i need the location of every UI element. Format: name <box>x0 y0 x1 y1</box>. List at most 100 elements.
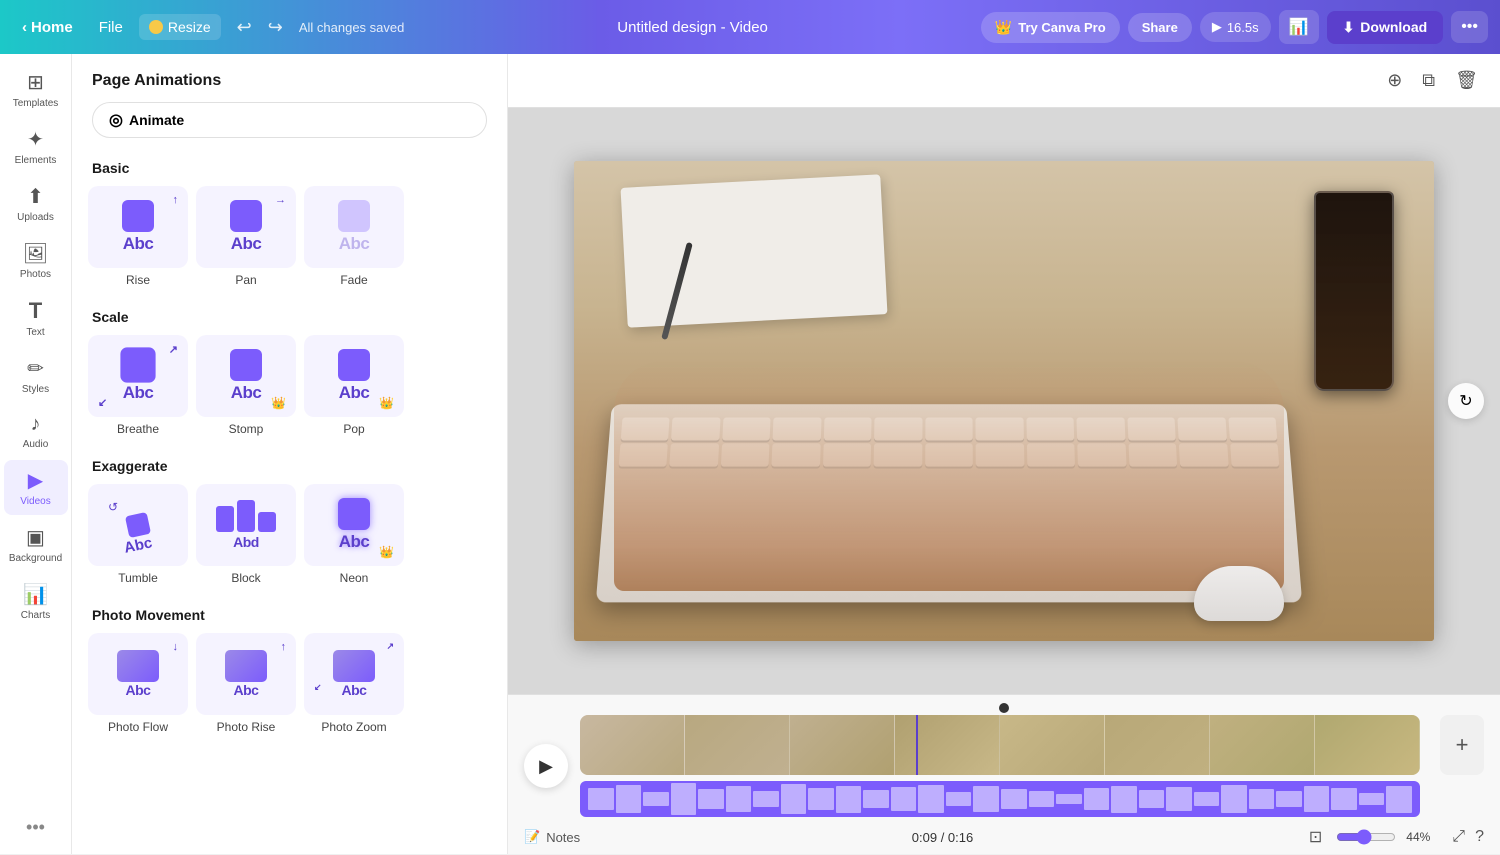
home-button[interactable]: ‹ Home <box>12 15 83 40</box>
sidebar-label-videos: Videos <box>20 496 50 507</box>
frame-2 <box>685 715 790 775</box>
video-track[interactable] <box>580 715 1420 775</box>
animation-breathe[interactable]: ↗ ↙ Abc Breathe <box>88 335 188 436</box>
canvas-frame[interactable] <box>574 161 1434 641</box>
coffee-glass <box>1314 191 1394 391</box>
animation-photo-flow[interactable]: ↓ Abc Photo Flow <box>88 633 188 734</box>
audio-waveform <box>580 781 1420 817</box>
sidebar-label-charts: Charts <box>21 610 50 621</box>
photos-icon: 🖼 <box>23 241 48 266</box>
more-tools-button[interactable]: ••• <box>18 809 53 846</box>
save-status: All changes saved <box>299 20 405 35</box>
animation-photo-zoom[interactable]: ↗ ↙ Abc Photo Zoom <box>304 633 404 734</box>
animation-pop[interactable]: Abc 👑 Pop <box>304 335 404 436</box>
notes-button[interactable]: 📝 Notes <box>524 829 580 845</box>
refresh-button[interactable]: ↻ <box>1448 383 1484 419</box>
share-button[interactable]: Share <box>1128 13 1192 42</box>
sidebar-item-videos[interactable]: ▶ Videos <box>4 460 68 515</box>
photo-rise-thumb: ↑ Abc <box>196 633 296 715</box>
expand-timeline-button[interactable]: ⤢ <box>1452 828 1465 846</box>
delete-page-button[interactable]: 🗑 <box>1449 64 1484 97</box>
rise-abc: Abc <box>123 234 154 254</box>
neon-pro-badge: 👑 <box>379 545 394 559</box>
redo-button[interactable]: ↪ <box>262 13 289 42</box>
background-icon: ▣ <box>26 525 45 550</box>
video-frames <box>580 715 1420 775</box>
time-display: 0:09 / 0:16 <box>912 830 973 845</box>
templates-icon: ⊞ <box>27 70 44 95</box>
copy-page-button[interactable]: ⧉ <box>1416 64 1441 97</box>
scale-animations-grid: ↗ ↙ Abc Breathe Abc 👑 Stomp <box>72 335 507 452</box>
breathe-thumb: ↗ ↙ Abc <box>88 335 188 417</box>
rise-square <box>122 200 154 232</box>
animate-button[interactable]: ◎ Animate <box>92 102 487 138</box>
more-options-button[interactable]: ••• <box>1451 11 1488 43</box>
sidebar-item-templates[interactable]: ⊞ Templates <box>4 62 68 117</box>
timeline-track-area: ▶ <box>508 715 1500 817</box>
block-label: Block <box>231 571 260 585</box>
sidebar-label-templates: Templates <box>13 98 59 109</box>
timeline-help-button[interactable]: ? <box>1475 828 1484 846</box>
add-clip-button[interactable]: + <box>1440 715 1484 775</box>
sidebar: ⊞ Templates ✦ Elements ⬆ Uploads 🖼 Photo… <box>0 54 72 854</box>
hands-overlay <box>614 361 1284 591</box>
sidebar-label-text: Text <box>26 327 44 338</box>
zoom-slider[interactable] <box>1336 829 1396 845</box>
audio-track[interactable] <box>580 781 1420 817</box>
sidebar-item-background[interactable]: ▣ Background <box>4 517 68 572</box>
document-title: Untitled design - Video <box>410 19 974 36</box>
animation-tumble[interactable]: ↺ Abc Tumble <box>88 484 188 585</box>
animation-fade[interactable]: Abc Fade <box>304 186 404 287</box>
tumble-abc: Abc <box>122 534 153 557</box>
sidebar-label-photos: Photos <box>20 269 51 280</box>
download-button[interactable]: ⬇ Download <box>1327 11 1444 44</box>
animation-neon[interactable]: Abc 👑 Neon <box>304 484 404 585</box>
photo-zoom-thumb: ↗ ↙ Abc <box>304 633 404 715</box>
photo-zoom-img <box>333 650 375 682</box>
sidebar-item-charts[interactable]: 📊 Charts <box>4 574 68 629</box>
frame-3 <box>790 715 895 775</box>
analytics-button[interactable]: 📊 <box>1279 10 1319 44</box>
videos-icon: ▶ <box>28 468 43 493</box>
play-button[interactable]: ▶ <box>524 744 568 788</box>
chevron-left-icon: ‹ <box>22 19 27 36</box>
sidebar-item-elements[interactable]: ✦ Elements <box>4 119 68 174</box>
elements-icon: ✦ <box>27 127 44 152</box>
photo-flow-arrow: ↓ <box>173 641 179 653</box>
sidebar-item-uploads[interactable]: ⬆ Uploads <box>4 176 68 231</box>
file-menu[interactable]: File <box>89 15 133 40</box>
animation-stomp[interactable]: Abc 👑 Stomp <box>196 335 296 436</box>
undo-button[interactable]: ↩ <box>231 13 258 42</box>
sidebar-item-photos[interactable]: 🖼 Photos <box>4 233 68 288</box>
section-basic: Basic <box>72 154 507 186</box>
try-pro-button[interactable]: 👑 Try Canva Pro <box>981 12 1120 43</box>
sidebar-label-audio: Audio <box>23 439 49 450</box>
tumble-content: ↺ Abc <box>108 500 168 550</box>
resize-button[interactable]: Resize <box>139 14 221 40</box>
sidebar-item-audio[interactable]: ♪ Audio <box>4 405 68 458</box>
play-icon: ▶ <box>1212 19 1222 35</box>
stomp-abc: Abc <box>231 383 262 403</box>
animation-rise[interactable]: ↑ Abc Rise <box>88 186 188 287</box>
fit-to-screen-button[interactable]: ⊡ <box>1305 823 1326 851</box>
animation-photo-rise[interactable]: ↑ Abc Photo Rise <box>196 633 296 734</box>
neon-square <box>338 498 370 530</box>
download-label: Download <box>1360 19 1427 35</box>
notes-icon: 📝 <box>524 829 540 845</box>
timer-button[interactable]: ▶ 16.5s <box>1200 12 1271 42</box>
animation-block[interactable]: Abd Block <box>196 484 296 585</box>
stomp-thumb: Abc 👑 <box>196 335 296 417</box>
animation-pan[interactable]: → Abc Pan <box>196 186 296 287</box>
sidebar-item-text[interactable]: T Text <box>4 290 68 346</box>
add-to-page-button[interactable]: ⊕ <box>1381 64 1408 97</box>
rise-thumb: ↑ Abc <box>88 186 188 268</box>
section-photo-movement: Photo Movement <box>72 601 507 633</box>
exaggerate-animations-grid: ↺ Abc Tumble <box>72 484 507 601</box>
home-label: Home <box>31 19 73 36</box>
stomp-label: Stomp <box>229 422 264 436</box>
neon-abc: Abc <box>339 532 370 552</box>
sidebar-item-styles[interactable]: ✏ Styles <box>4 348 68 403</box>
nav-right-group: 👑 Try Canva Pro Share ▶ 16.5s 📊 ⬇ Downlo… <box>981 10 1488 44</box>
sidebar-label-elements: Elements <box>15 155 57 166</box>
timeline-playhead <box>916 715 918 775</box>
